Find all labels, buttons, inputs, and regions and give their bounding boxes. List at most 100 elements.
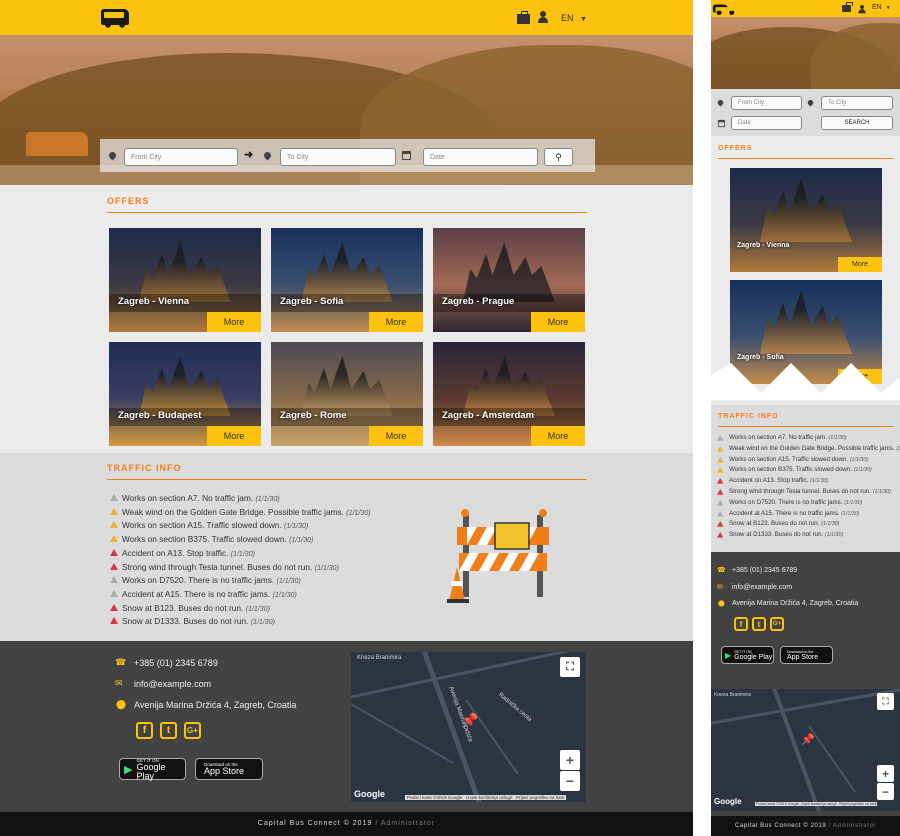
more-button[interactable]: More [838, 257, 882, 272]
more-button[interactable]: More [369, 426, 423, 446]
offer-card[interactable]: Zagreb - Vienna More [730, 168, 882, 272]
zoom-out-button[interactable]: − [877, 783, 894, 800]
calendar-icon [717, 119, 726, 128]
google-play-icon: ▶ [725, 650, 732, 660]
warning-icon [717, 456, 724, 463]
offer-card[interactable]: Zagreb - Rome More [271, 342, 423, 446]
briefcase-icon[interactable] [517, 11, 530, 24]
twitter-icon[interactable]: t [160, 722, 177, 739]
copyright-bar: Capital Bus Connect © 2019 / Administrat… [711, 816, 900, 836]
phone-number[interactable]: +385 (01) 2345 6789 [134, 658, 218, 668]
app-store-button[interactable]: Download on the App Store [195, 758, 263, 780]
offer-card[interactable]: Zagreb - Amsterdam More [433, 342, 585, 446]
traffic-item-date: (1/1/30) [844, 499, 863, 506]
more-button[interactable]: More [531, 312, 585, 332]
facebook-icon[interactable]: f [734, 617, 748, 631]
offer-label: Zagreb - Budapest [118, 410, 202, 421]
email-link[interactable]: info@example.com [134, 679, 211, 689]
offer-card[interactable]: Zagreb - Vienna More [109, 228, 261, 332]
admin-link[interactable]: Administrator [381, 820, 435, 827]
from-city-input[interactable]: From City [731, 96, 802, 110]
warning-icon [717, 445, 724, 452]
info-icon [110, 589, 118, 597]
traffic-item-date: (1/1/30) [314, 564, 339, 572]
map-pushpin-icon[interactable]: 📌 [461, 712, 478, 729]
map-street-label: Radnička cesta [497, 692, 533, 723]
google-plus-icon[interactable]: G+ [770, 617, 784, 631]
user-icon[interactable] [858, 4, 866, 14]
to-city-input[interactable]: To City [280, 148, 396, 166]
app-store-button[interactable]: Download on the App Store [780, 646, 833, 664]
admin-link[interactable]: Administrator [833, 823, 876, 829]
traffic-item-text: Works on section B375. Traffic slowed do… [729, 466, 852, 474]
google-play-button[interactable]: ▶ GET IT ON Google Play [721, 646, 774, 664]
search-button[interactable]: ⚲ [544, 148, 573, 166]
google-play-big: Google Play [734, 653, 773, 661]
calendar-icon [402, 151, 411, 160]
more-button[interactable]: More [369, 312, 423, 332]
date-input[interactable]: Date [731, 116, 802, 130]
warning-icon [110, 521, 118, 529]
offers-divider [718, 158, 893, 159]
offer-card[interactable]: Zagreb - Budapest More [109, 342, 261, 446]
traffic-item-date: (1/1/30) [821, 521, 840, 528]
phone-number[interactable]: +385 (01) 2345 6789 [732, 567, 797, 574]
date-input[interactable]: Date [423, 148, 538, 166]
to-city-input[interactable]: To City [821, 96, 893, 110]
zoom-out-button[interactable]: − [560, 771, 580, 791]
map-report-link[interactable]: Prijavi pogrešku na karti [516, 795, 564, 800]
email-link[interactable]: info@example.com [732, 584, 792, 591]
offer-image [463, 356, 555, 416]
torn-edge-divider [711, 363, 900, 400]
zoom-in-button[interactable]: + [560, 750, 580, 770]
map-terms-link[interactable]: Uvjeti korištenja usluge [801, 802, 837, 806]
map[interactable]: Kneza Branimira Avenija Marina Držića Ra… [351, 652, 586, 802]
language-selector[interactable]: EN ▼ [872, 4, 891, 11]
bus-logo-icon[interactable] [712, 4, 736, 16]
bus-logo-icon[interactable] [101, 9, 129, 28]
traffic-item-date: (1/1/30) [250, 619, 275, 627]
google-plus-icon[interactable]: G+ [184, 722, 201, 739]
more-button[interactable]: More [207, 426, 261, 446]
from-city-input[interactable]: From City [124, 148, 238, 166]
top-bar: EN ▼ [0, 0, 693, 35]
offer-image [139, 242, 231, 302]
map-report-link[interactable]: Prijavi pogrešku na karti [839, 802, 876, 806]
traffic-item-text: Strong wind through Tesla tunnel. Buses … [729, 488, 871, 495]
more-button[interactable]: More [531, 426, 585, 446]
offer-image [760, 178, 852, 242]
mobile-traffic-section: TRAFFIC INFO Works on section A7. No tra… [711, 405, 900, 552]
map-street-label: Kneza Branimira [357, 655, 402, 661]
search-icon: ⚲ [555, 151, 562, 162]
to-city-placeholder: To City [287, 153, 309, 161]
map-terms-link[interactable]: Uvjeti korištenja usluge [466, 795, 512, 800]
google-play-button[interactable]: ▶ GET IT ON Google Play [119, 758, 186, 780]
user-icon[interactable] [538, 11, 548, 24]
danger-icon [717, 532, 724, 538]
map[interactable]: Kneza Branimira 📌 ⛶ + − Google Podaci ka… [711, 689, 900, 811]
more-button[interactable]: More [207, 312, 261, 332]
from-city-placeholder: From City [738, 100, 764, 106]
traffic-item-text: Works on section A7. No traffic jam. [729, 434, 827, 441]
danger-icon [110, 617, 118, 625]
map-attribution: Podaci karte ©2019 Google Uvjeti korište… [405, 795, 567, 800]
traffic-item-date: (1/1/30) [849, 456, 869, 463]
traffic-item: Accident on A13. Stop traffic. (1/1/30) [729, 477, 828, 484]
traffic-title: TRAFFIC INFO [107, 463, 182, 473]
twitter-icon[interactable]: t [752, 617, 766, 631]
facebook-icon[interactable]: f [136, 722, 153, 739]
traffic-item-date: (1/1/30) [810, 478, 829, 485]
traffic-item: Weak wind on the Golden Gate Bridge. Pos… [122, 507, 371, 517]
language-selector[interactable]: EN ▼ [561, 13, 587, 23]
map-pushpin-icon[interactable]: 📌 [801, 733, 815, 746]
traffic-item: Works on section A7. No traffic jam. (1/… [729, 434, 847, 441]
traffic-item: Snow at D1333. Buses do not run. (1/1/30… [729, 531, 843, 538]
fullscreen-icon[interactable]: ⛶ [877, 693, 894, 710]
offer-card[interactable]: Zagreb - Prague More [433, 228, 585, 332]
traffic-item-text: Strong wind through Tesla tunnel. Buses … [122, 561, 313, 572]
zoom-in-button[interactable]: + [877, 765, 894, 782]
fullscreen-icon[interactable]: ⛶ [560, 657, 580, 677]
offer-card[interactable]: Zagreb - Sofia More [271, 228, 423, 332]
search-button[interactable]: SEARCH [821, 116, 893, 130]
briefcase-icon[interactable] [842, 2, 853, 12]
